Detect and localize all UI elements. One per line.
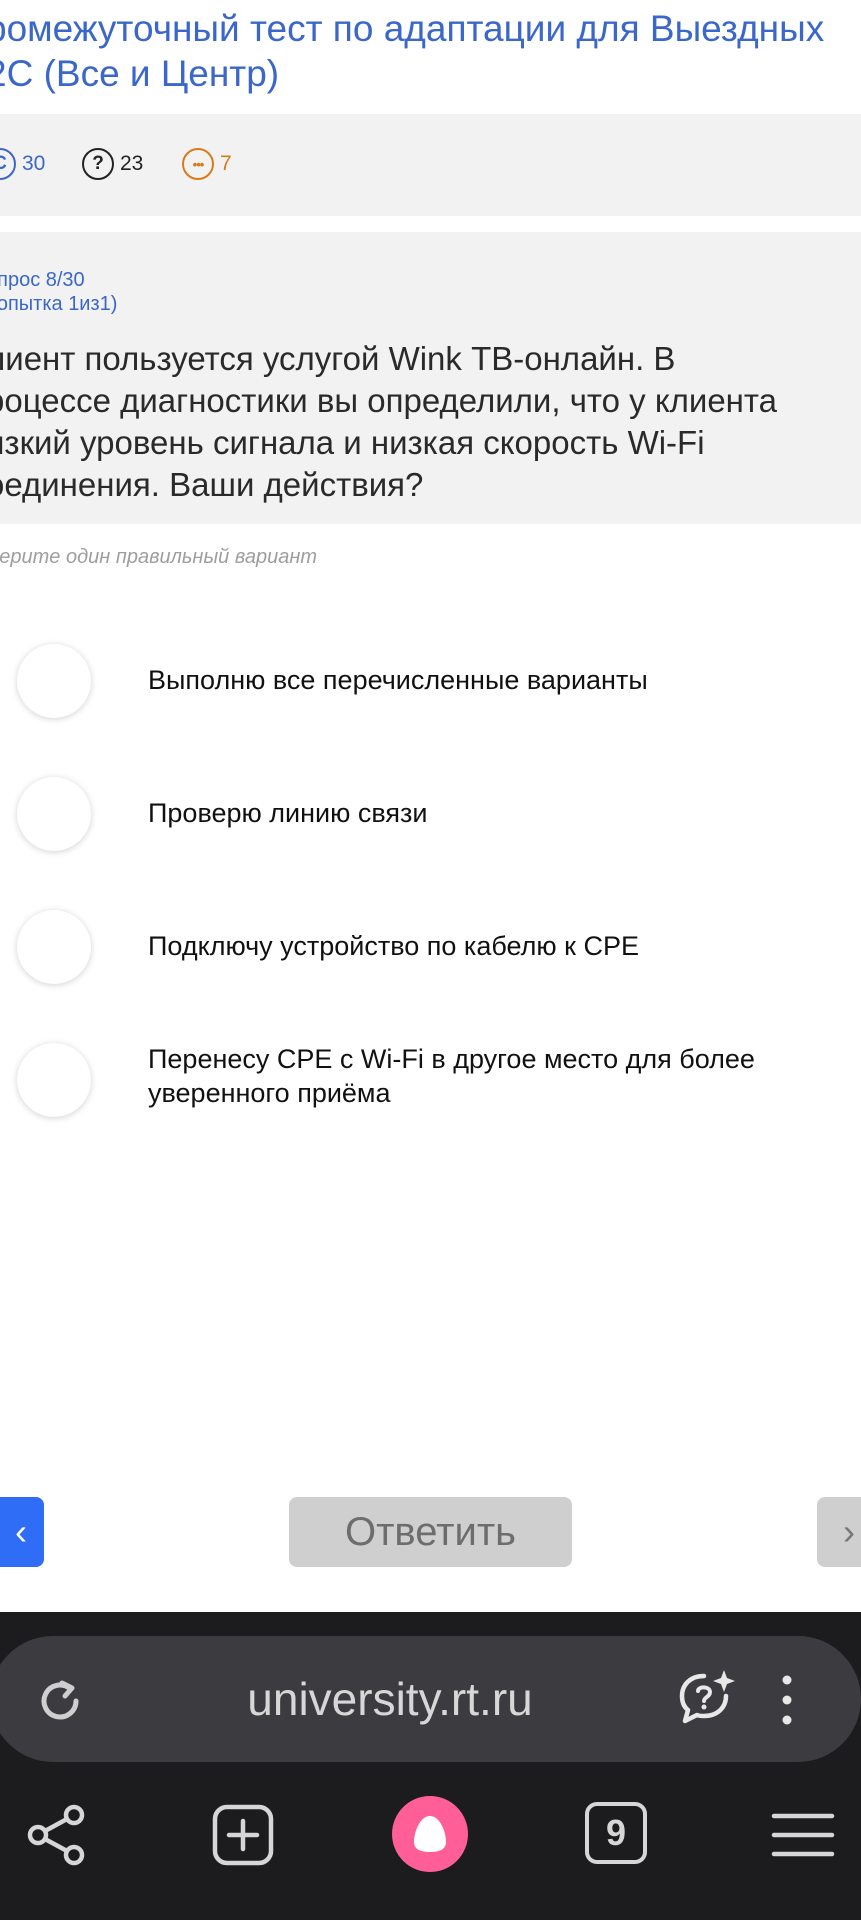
answer-option-3[interactable]: Подключу устройство по кабелю к CPE [0,893,861,1003]
test-title-line-2: 2С (Все и Центр) [0,53,280,94]
next-question-button[interactable]: › [817,1497,861,1567]
question-attempt: попытка 1из1) [0,293,118,315]
tabs-counter-button[interactable]: 9 [585,1802,647,1864]
stat-pending-questions[interactable]: ••• 7 [182,147,232,181]
answer-option-label[interactable]: Подключу устройство по кабелю к CPE [148,929,848,963]
question-text-line: изкий уровень сигнала и низкая скорость … [0,424,705,461]
clock-icon: C [0,148,16,180]
url-text[interactable]: university.rt.ru [0,1672,790,1726]
stat-total-questions[interactable]: C 30 [0,147,45,181]
answer-option-2[interactable]: Проверю линию связи [0,760,861,870]
radio-button[interactable] [17,777,91,851]
question-text: лиент пользуется услугой Wink ТВ-онлайн.… [0,338,861,506]
answer-option-label-line: уверенного приёма [148,1078,391,1108]
stats-bar: C 30 ? 23 ••• 7 [0,114,861,216]
browser-chrome: university.rt.ru 9 [0,1612,861,1920]
new-tab-icon[interactable] [210,1802,276,1868]
kebab-menu-icon[interactable] [776,1672,798,1728]
answer-option-label[interactable]: Перенесу CPE с Wi-Fi в другое место для … [148,1042,848,1110]
answer-option-label[interactable]: Проверю линию связи [148,796,848,830]
test-page: ромежуточный тест по адаптации для Выезд… [0,0,861,1920]
previous-question-button[interactable]: ‹ [0,1497,44,1567]
test-title: ромежуточный тест по адаптации для Выезд… [0,6,861,96]
answer-button[interactable]: Ответить [289,1497,572,1567]
chat-sparkle-icon[interactable] [674,1666,738,1730]
stat-unanswered-questions[interactable]: ? 23 [82,147,143,181]
question-text-line: лиент пользуется услугой Wink ТВ-онлайн.… [0,340,676,377]
question-circle-icon: ? [82,148,114,180]
chevron-right-icon: › [843,1511,855,1552]
question-block: опрос 8/30 попытка 1из1) лиент пользуетс… [0,232,861,524]
stat-pending-value: 7 [220,152,232,175]
share-icon[interactable] [24,1802,90,1868]
address-bar[interactable]: university.rt.ru [0,1636,861,1762]
tabs-count: 9 [605,1812,627,1853]
alice-assistant-icon [414,1816,446,1852]
stat-total-value: 30 [22,152,46,175]
radio-button[interactable] [17,644,91,718]
answer-option-1[interactable]: Выполню все перечисленные варианты [0,627,861,737]
question-meta: опрос 8/30 попытка 1из1) [0,268,117,316]
dots-circle-icon: ••• [182,148,214,180]
answer-option-label-line: Перенесу CPE с Wi-Fi в другое место для … [148,1044,755,1074]
question-text-line: оединения. Ваши действия? [0,466,424,503]
radio-button[interactable] [17,910,91,984]
chevron-left-icon: ‹ [15,1511,27,1552]
question-counter: опрос 8/30 [0,269,85,291]
alice-assistant-button[interactable] [392,1796,468,1872]
stat-unanswered-value: 23 [120,152,144,175]
hamburger-menu-icon[interactable] [770,1802,836,1868]
answer-hint: берите один правильный вариант [0,546,317,568]
answer-option-label[interactable]: Выполню все перечисленные варианты [148,663,848,697]
test-title-line-1: ромежуточный тест по адаптации для Выезд… [0,8,825,49]
radio-button[interactable] [17,1043,91,1117]
question-text-line: роцессе диагностики вы определили, что у… [0,382,778,419]
answer-option-4[interactable]: Перенесу CPE с Wi-Fi в другое место для … [0,1026,861,1136]
